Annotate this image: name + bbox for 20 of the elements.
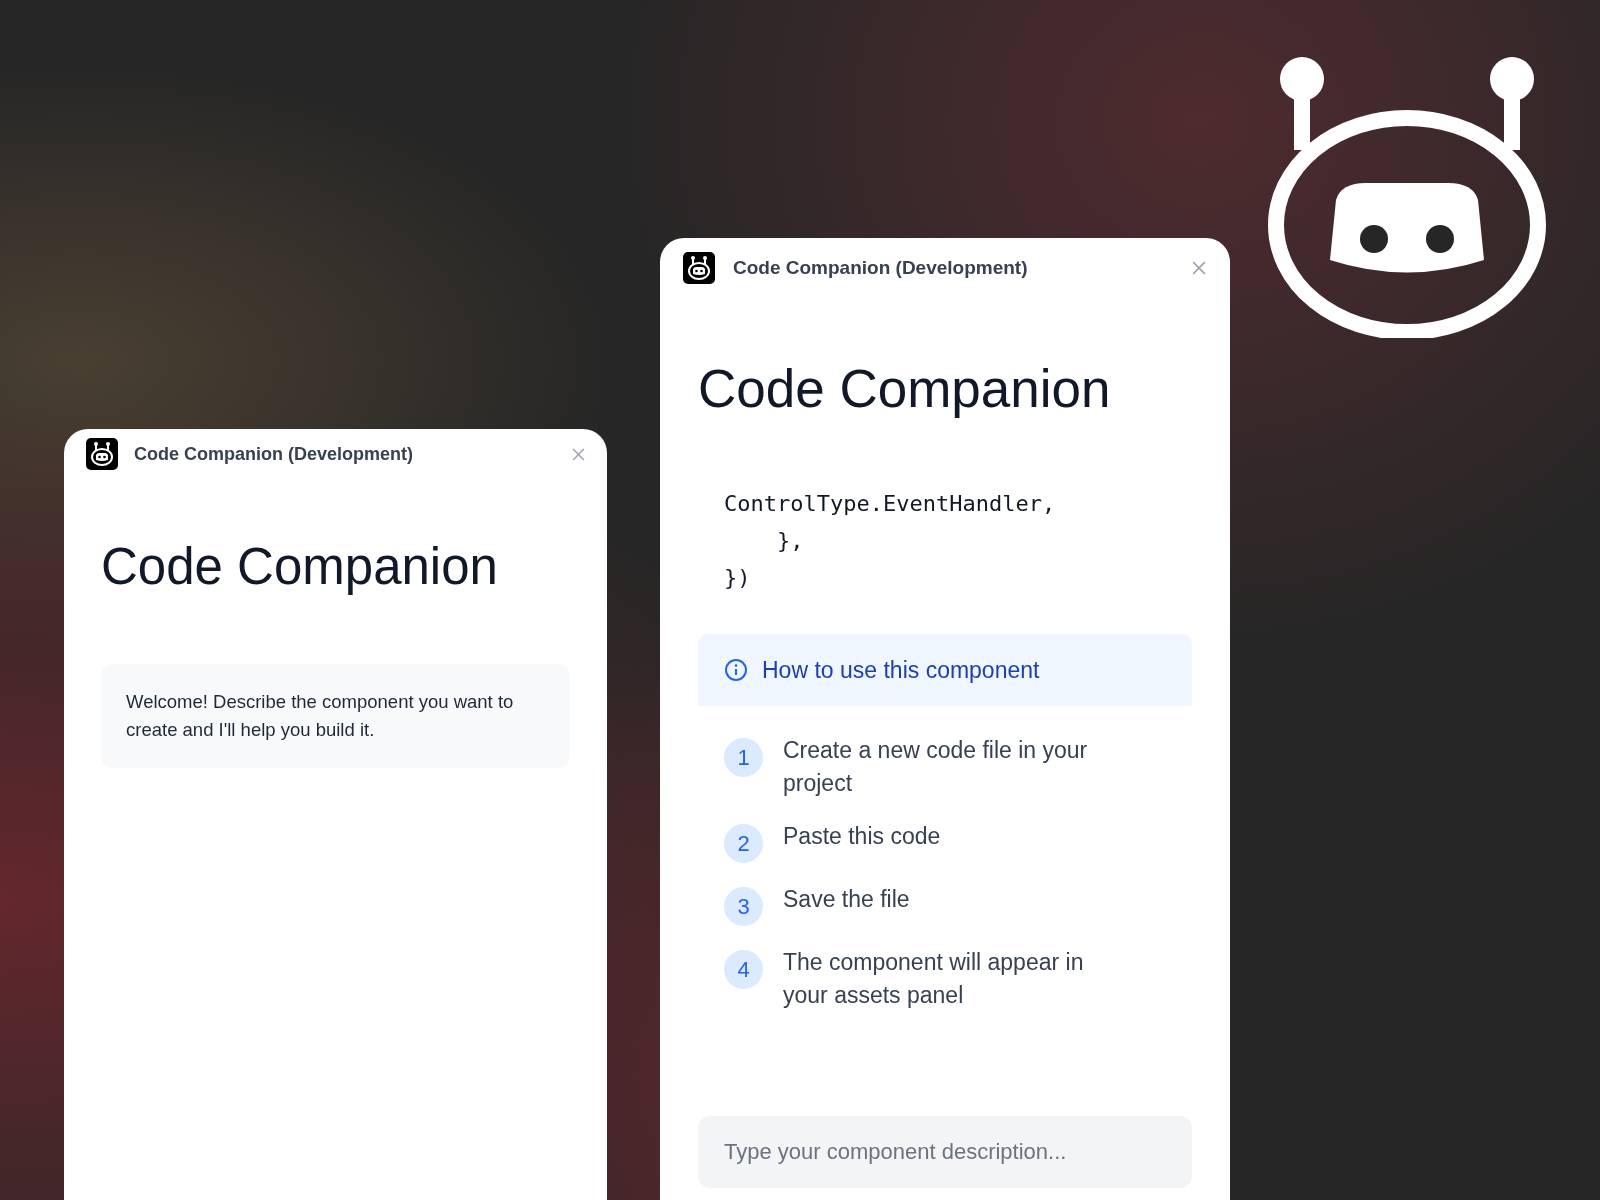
input-field[interactable]: Type your component description...	[698, 1116, 1192, 1188]
welcome-message: Welcome! Describe the component you want to create and I'll help you build it.	[101, 664, 570, 768]
info-title: How to use this component	[762, 655, 1040, 685]
step-number: 1	[724, 738, 763, 777]
info-icon	[724, 658, 748, 682]
step-text: Save the file	[783, 885, 910, 914]
step-number: 3	[724, 887, 763, 926]
close-icon[interactable]	[1192, 261, 1206, 275]
window-title: Code Companion (Development)	[733, 255, 1029, 280]
step-text: The component will appear in your assets panel	[783, 948, 1085, 1010]
close-icon[interactable]	[572, 447, 585, 461]
code-text: ControlType.EventHandler, }, })	[723, 490, 1057, 592]
robot-app-icon	[683, 252, 715, 284]
step-text: Create a new code file in your project	[783, 736, 1089, 798]
window-title: Code Companion (Development)	[134, 442, 414, 466]
step-number: 2	[724, 824, 763, 863]
step-number: 4	[724, 950, 763, 989]
step-text: Paste this code	[783, 822, 941, 851]
robot-logo-icon	[1266, 55, 1549, 338]
robot-app-icon	[86, 438, 118, 470]
